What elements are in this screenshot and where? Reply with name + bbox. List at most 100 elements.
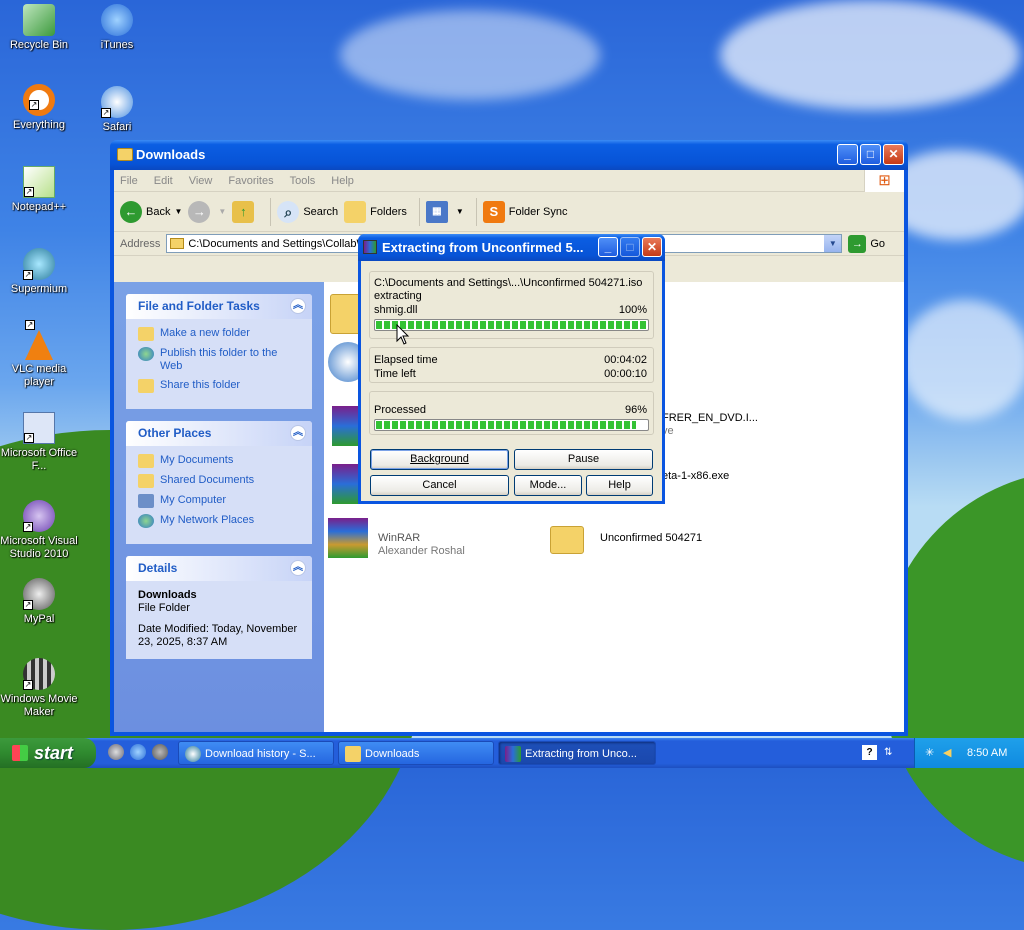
minimize-button[interactable]: _ <box>598 237 618 257</box>
search-button[interactable]: ⌕ Search <box>277 200 338 223</box>
background-button[interactable]: Background <box>370 449 509 470</box>
menu-view[interactable]: View <box>189 175 213 187</box>
minimize-button[interactable]: _ <box>837 144 858 165</box>
up-button[interactable]: ↑ <box>232 200 258 223</box>
pause-button[interactable]: Pause <box>514 449 653 470</box>
file-name: WinRAR <box>378 532 421 544</box>
volume-icon[interactable]: ◀ <box>943 738 951 768</box>
section-title: Details <box>138 561 178 575</box>
shortcut-arrow-icon: ↗ <box>25 320 35 330</box>
chevron-down-icon[interactable]: ▼ <box>218 207 226 216</box>
folder-icon <box>170 238 185 249</box>
chevron-down-icon[interactable]: ▼ <box>174 207 182 216</box>
menu-edit[interactable]: Edit <box>154 175 173 187</box>
desktop-icon-mypal[interactable]: ↗ MyPal <box>0 578 78 626</box>
toolbar: ← Back ▼ → ▼ ↑ ⌕ Search Folders ▦ ▼ S Fo… <box>114 192 904 232</box>
desktop-icon-recycle-bin[interactable]: Recycle Bin <box>0 4 78 52</box>
maximize-button[interactable]: □ <box>620 237 640 257</box>
safari-compass-icon: ↗ <box>101 86 133 118</box>
folders-icon <box>344 200 367 223</box>
task-share-folder[interactable]: Share this folder <box>138 379 300 393</box>
collapse-chevron-icon[interactable]: ︽ <box>290 425 306 441</box>
menu-bar: File Edit View Favorites Tools Help ⊞ <box>114 170 904 192</box>
help-button[interactable]: Help <box>586 475 653 496</box>
go-button[interactable]: → Go <box>848 234 885 253</box>
mode-button[interactable]: Mode... <box>514 475 582 496</box>
folders-button[interactable]: Folders <box>344 200 407 223</box>
menu-tools[interactable]: Tools <box>290 175 316 187</box>
collapse-chevron-icon[interactable]: ︽ <box>290 560 306 576</box>
system-tray: ✳ ◀ 8:50 AM <box>914 738 1024 768</box>
close-button[interactable]: ✕ <box>642 237 662 257</box>
file-progress-bar <box>374 319 649 331</box>
desktop-icon-visual-studio[interactable]: ↗ Microsoft Visual Studio 2010 <box>0 500 78 561</box>
place-my-computer[interactable]: My Computer <box>138 494 300 508</box>
menu-help[interactable]: Help <box>331 175 354 187</box>
menu-favorites[interactable]: Favorites <box>228 175 273 187</box>
chevron-down-icon[interactable]: ▼ <box>824 235 842 252</box>
clock[interactable]: 8:50 AM <box>967 738 1007 768</box>
section-header[interactable]: Details ︽ <box>126 556 312 581</box>
forward-button[interactable]: → ▼ <box>188 200 226 223</box>
elapsed-value: 00:04:02 <box>604 354 647 366</box>
section-header[interactable]: File and Folder Tasks ︽ <box>126 294 312 319</box>
quick-launch-browser-icon[interactable] <box>108 744 124 760</box>
my-documents-icon <box>138 454 154 468</box>
desktop-icon-safari[interactable]: ↗ Safari <box>78 86 156 134</box>
collapse-chevron-icon[interactable]: ︽ <box>290 298 306 314</box>
list-item[interactable]: WinRAR Alexander Roshal <box>328 518 528 558</box>
internet-explorer-icon[interactable] <box>130 744 146 760</box>
folder-sync-button[interactable]: S Folder Sync <box>482 200 568 223</box>
taskbar-item-download-history[interactable]: Download history - S... <box>178 741 334 765</box>
toolbar-separator <box>475 197 477 226</box>
back-label: Back <box>146 205 171 218</box>
taskbar-item-extracting[interactable]: Extracting from Unco... <box>498 741 656 765</box>
start-button[interactable]: start <box>0 738 96 768</box>
desktop-icon-supermium[interactable]: ↗ Supermium <box>0 248 78 296</box>
dialog-titlebar[interactable]: Extracting from Unconfirmed 5... _ □ ✕ <box>358 234 665 261</box>
tray-app-icon[interactable]: ✳ <box>925 738 934 768</box>
winrar-icon <box>363 240 377 254</box>
menu-file[interactable]: File <box>120 175 138 187</box>
desktop-icon-vlc[interactable]: ↗ VLC media player <box>0 320 78 389</box>
desktop-icon-everything[interactable]: ↗ Everything <box>0 84 78 132</box>
taskbar-item-downloads[interactable]: Downloads <box>338 741 494 765</box>
task-make-new-folder[interactable]: Make a new folder <box>138 327 300 341</box>
place-shared-documents[interactable]: Shared Documents <box>138 474 300 488</box>
desktop-icon-label: MyPal <box>23 613 55 625</box>
desktop-icon-label: Supermium <box>10 283 68 295</box>
shared-documents-icon <box>138 474 154 488</box>
mouse-cursor-icon <box>396 324 410 345</box>
desktop-icon-label: Microsoft Office F... <box>0 447 78 472</box>
place-label: My Documents <box>160 454 234 466</box>
chevron-down-icon[interactable]: ▼ <box>456 207 464 216</box>
maximize-button[interactable]: □ <box>860 144 881 165</box>
elapsed-label: Elapsed time <box>374 354 438 366</box>
task-label: Publish this folder to the Web <box>160 347 278 372</box>
folder-icon <box>117 148 133 161</box>
shortcut-arrow-icon: ↗ <box>23 270 33 280</box>
shortcut-arrow-icon: ↗ <box>101 108 111 118</box>
desktop-icon-office[interactable]: ↗ Microsoft Office F... <box>0 412 78 473</box>
explorer-titlebar[interactable]: Downloads _ □ ✕ <box>110 140 908 170</box>
network-tray-icon[interactable]: ⇅ <box>884 747 892 758</box>
desktop-icon-label: Microsoft Visual Studio 2010 <box>0 535 78 560</box>
place-my-documents[interactable]: My Documents <box>138 454 300 468</box>
desktop-icon-notepadpp[interactable]: ↗ Notepad++ <box>0 166 78 214</box>
desktop-icon-itunes[interactable]: iTunes <box>78 4 156 52</box>
close-button[interactable]: ✕ <box>883 144 904 165</box>
extract-dialog[interactable]: Extracting from Unconfirmed 5... _ □ ✕ C… <box>358 234 665 504</box>
views-button[interactable]: ▦ ▼ <box>425 200 464 223</box>
back-button[interactable]: ← Back ▼ <box>120 200 182 223</box>
quick-launch-app-icon[interactable] <box>152 744 168 760</box>
up-folder-icon: ↑ <box>232 200 255 223</box>
cancel-button[interactable]: Cancel <box>370 475 509 496</box>
office-icon: ↗ <box>23 412 55 444</box>
section-header[interactable]: Other Places ︽ <box>126 421 312 446</box>
place-my-network[interactable]: My Network Places <box>138 514 300 528</box>
help-tray-icon[interactable]: ? <box>862 745 877 760</box>
list-item[interactable]: Unconfirmed 504271 <box>550 518 750 558</box>
folder-sync-label: Folder Sync <box>508 205 568 218</box>
desktop-icon-movie-maker[interactable]: ↗ Windows Movie Maker <box>0 658 78 719</box>
task-publish-web[interactable]: Publish this folder to the Web <box>138 347 300 373</box>
